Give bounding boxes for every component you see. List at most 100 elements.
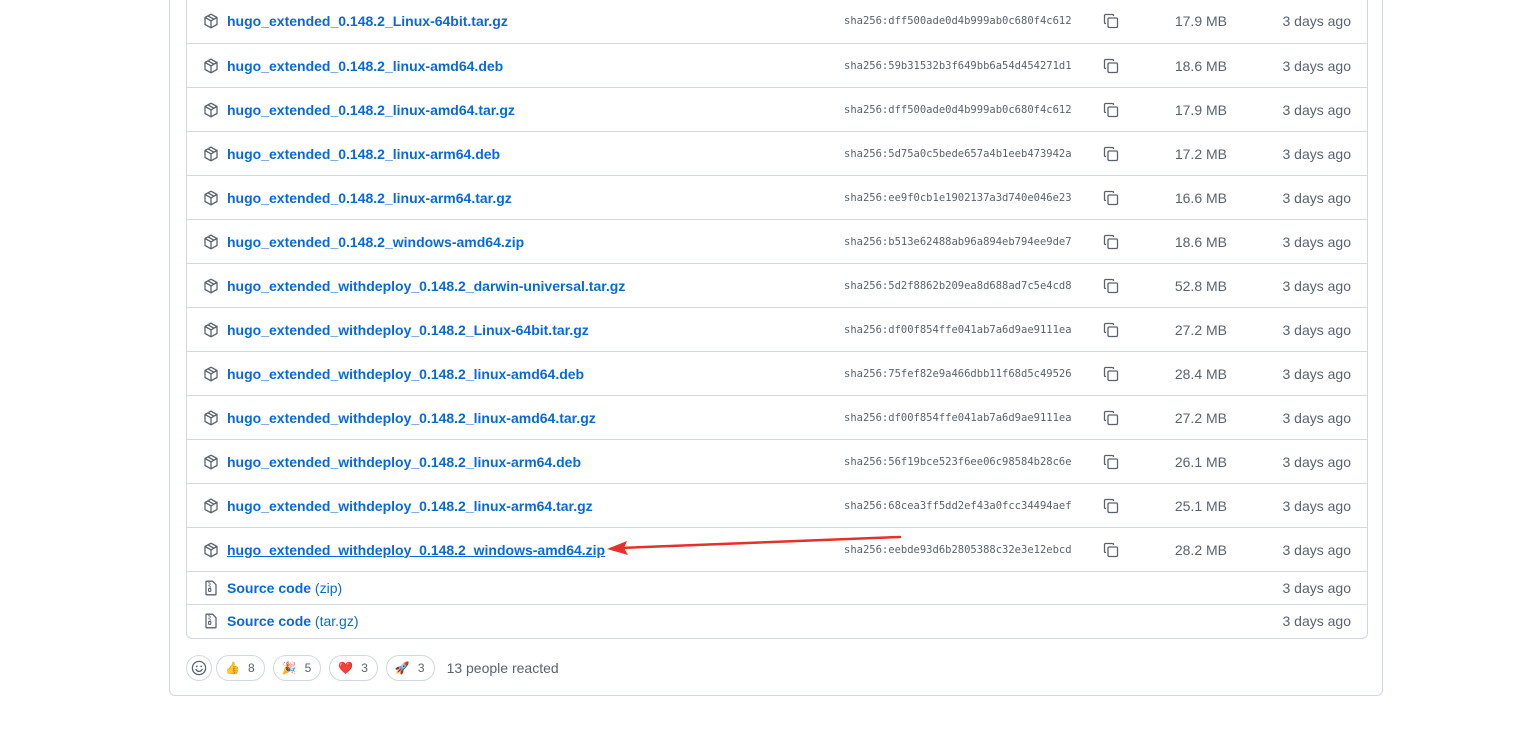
asset-date: 3 days ago — [1282, 321, 1352, 338]
copy-icon[interactable] — [1103, 322, 1119, 338]
reaction-emoji: 👍 — [225, 661, 240, 675]
reaction-emoji: ❤️ — [338, 661, 354, 675]
asset-link[interactable]: hugo_extended_withdeploy_0.148.2_linux-a… — [227, 410, 596, 426]
asset-row: hugo_extended_0.148.2_Linux-64bit.tar.gz… — [187, 0, 1367, 43]
reaction-hooray[interactable]: 🎉 5 — [272, 655, 322, 681]
asset-date: 3 days ago — [1282, 57, 1352, 74]
asset-date: 3 days ago — [1282, 409, 1352, 426]
asset-link[interactable]: hugo_extended_withdeploy_0.148.2_linux-a… — [227, 454, 581, 470]
asset-sha: sha256:eebde93d6b2805388c32e3e12ebcd — [844, 543, 1072, 556]
asset-row: hugo_extended_0.148.2_windows-amd64.zip … — [187, 219, 1367, 263]
asset-link[interactable]: hugo_extended_0.148.2_linux-amd64.deb — [227, 58, 503, 74]
asset-link[interactable]: hugo_extended_withdeploy_0.148.2_linux-a… — [227, 498, 593, 514]
asset-row: hugo_extended_withdeploy_0.148.2_linux-a… — [187, 395, 1367, 439]
asset-row: hugo_extended_0.148.2_linux-arm64.deb sh… — [187, 131, 1367, 175]
reaction-count: 5 — [304, 661, 312, 675]
asset-size: 28.4 MB — [1174, 365, 1227, 382]
asset-link[interactable]: hugo_extended_withdeploy_0.148.2_darwin-… — [227, 278, 625, 294]
source-code-targz-link[interactable]: Source code (tar.gz) — [227, 613, 359, 629]
asset-row: hugo_extended_withdeploy_0.148.2_Linux-6… — [187, 307, 1367, 351]
package-icon — [204, 234, 218, 249]
reaction-count: 8 — [247, 661, 255, 675]
add-reaction-button[interactable] — [186, 655, 212, 681]
copy-icon[interactable] — [1103, 498, 1119, 514]
asset-size: 26.1 MB — [1174, 453, 1227, 470]
asset-row: hugo_extended_withdeploy_0.148.2_linux-a… — [187, 439, 1367, 483]
asset-link[interactable]: hugo_extended_0.148.2_linux-arm64.deb — [227, 146, 500, 162]
asset-link[interactable]: hugo_extended_0.148.2_windows-amd64.zip — [227, 234, 524, 250]
asset-date: 3 days ago — [1282, 101, 1352, 118]
reaction-thumbs-up[interactable]: 👍 8 — [216, 655, 265, 681]
reaction-rocket[interactable]: 🚀 3 — [385, 655, 435, 681]
copy-icon[interactable] — [1103, 146, 1119, 162]
asset-link[interactable]: hugo_extended_withdeploy_0.148.2_Linux-6… — [227, 322, 589, 338]
asset-size: 28.2 MB — [1174, 541, 1227, 558]
asset-sha: sha256:59b31532b3f649bb6a54d454271d1 — [844, 59, 1072, 72]
file-zip-icon — [205, 613, 217, 629]
reaction-count: 3 — [361, 661, 368, 675]
asset-date: 3 days ago — [1282, 145, 1352, 162]
reaction-heart[interactable]: ❤️ 3 — [329, 655, 378, 681]
package-icon — [204, 146, 218, 161]
reaction-emoji: 🚀 — [394, 661, 410, 675]
copy-icon[interactable] — [1103, 102, 1119, 118]
source-code-zip-link[interactable]: Source code (zip) — [227, 580, 342, 596]
asset-link[interactable]: hugo_extended_withdeploy_0.148.2_linux-a… — [227, 366, 584, 382]
asset-date: 3 days ago — [1282, 233, 1352, 250]
asset-row: hugo_extended_withdeploy_0.148.2_linux-a… — [187, 483, 1367, 527]
asset-date: 3 days ago — [1282, 189, 1352, 206]
asset-link[interactable]: hugo_extended_withdeploy_0.148.2_windows… — [227, 542, 605, 558]
asset-date: 3 days ago — [1282, 12, 1352, 29]
asset-size: 52.8 MB — [1174, 277, 1227, 294]
copy-icon[interactable] — [1103, 542, 1119, 558]
asset-date: 3 days ago — [1282, 497, 1352, 514]
copy-icon[interactable] — [1103, 190, 1119, 206]
package-icon — [204, 366, 218, 381]
file-zip-icon — [205, 580, 217, 596]
copy-icon[interactable] — [1103, 366, 1119, 382]
package-icon — [204, 102, 218, 117]
copy-icon[interactable] — [1103, 454, 1119, 470]
asset-sha: sha256:b513e62488ab96a894eb794ee9de7 — [844, 235, 1072, 248]
asset-sha: sha256:68cea3ff5dd2ef43a0fcc34494aef — [844, 499, 1072, 512]
asset-size: 27.2 MB — [1174, 409, 1227, 426]
reactions-bar: 👍 8 🎉 5 ❤️ 3 🚀 3 13 people reacted — [186, 655, 559, 681]
source-code-date: 3 days ago — [1282, 580, 1352, 596]
asset-date: 3 days ago — [1282, 541, 1352, 558]
asset-link[interactable]: hugo_extended_0.148.2_Linux-64bit.tar.gz — [227, 13, 508, 29]
reaction-count: 3 — [417, 661, 425, 675]
source-code-label: Source code — [227, 613, 312, 629]
copy-icon[interactable] — [1103, 58, 1119, 74]
asset-row: hugo_extended_withdeploy_0.148.2_darwin-… — [187, 263, 1367, 307]
asset-row: hugo_extended_withdeploy_0.148.2_windows… — [187, 527, 1367, 571]
asset-sha: sha256:ee9f0cb1e1902137a3d740e046e23 — [844, 191, 1072, 204]
smiley-icon — [191, 660, 207, 676]
asset-sha: sha256:dff500ade0d4b999ab0c680f4c612 — [844, 103, 1072, 116]
asset-sha: sha256:5d75a0c5bede657a4b1eeb473942a — [844, 147, 1072, 160]
package-icon — [204, 13, 218, 28]
package-icon — [204, 278, 218, 293]
asset-link[interactable]: hugo_extended_0.148.2_linux-amd64.tar.gz — [227, 102, 515, 118]
source-code-label: Source code — [227, 580, 312, 596]
reactions-summary: 13 people reacted — [446, 660, 559, 676]
package-icon — [204, 322, 218, 337]
asset-row: hugo_extended_0.148.2_linux-arm64.tar.gz… — [187, 175, 1367, 219]
copy-icon[interactable] — [1103, 234, 1119, 250]
asset-sha: sha256:dff500ade0d4b999ab0c680f4c612 — [844, 14, 1072, 27]
package-icon — [204, 190, 218, 205]
asset-size: 18.6 MB — [1174, 233, 1227, 250]
asset-row: hugo_extended_withdeploy_0.148.2_linux-a… — [187, 351, 1367, 395]
asset-size: 16.6 MB — [1174, 189, 1227, 206]
asset-size: 17.9 MB — [1174, 12, 1227, 29]
asset-date: 3 days ago — [1282, 277, 1352, 294]
asset-size: 18.6 MB — [1174, 57, 1227, 74]
package-icon — [204, 542, 218, 557]
copy-icon[interactable] — [1103, 278, 1119, 294]
asset-date: 3 days ago — [1282, 453, 1352, 470]
copy-icon[interactable] — [1103, 410, 1119, 426]
asset-link[interactable]: hugo_extended_0.148.2_linux-arm64.tar.gz — [227, 190, 512, 206]
copy-icon[interactable] — [1103, 13, 1119, 29]
source-code-row: Source code (zip) 3 days ago — [187, 571, 1367, 604]
asset-date: 3 days ago — [1282, 365, 1352, 382]
source-code-date: 3 days ago — [1282, 613, 1352, 629]
